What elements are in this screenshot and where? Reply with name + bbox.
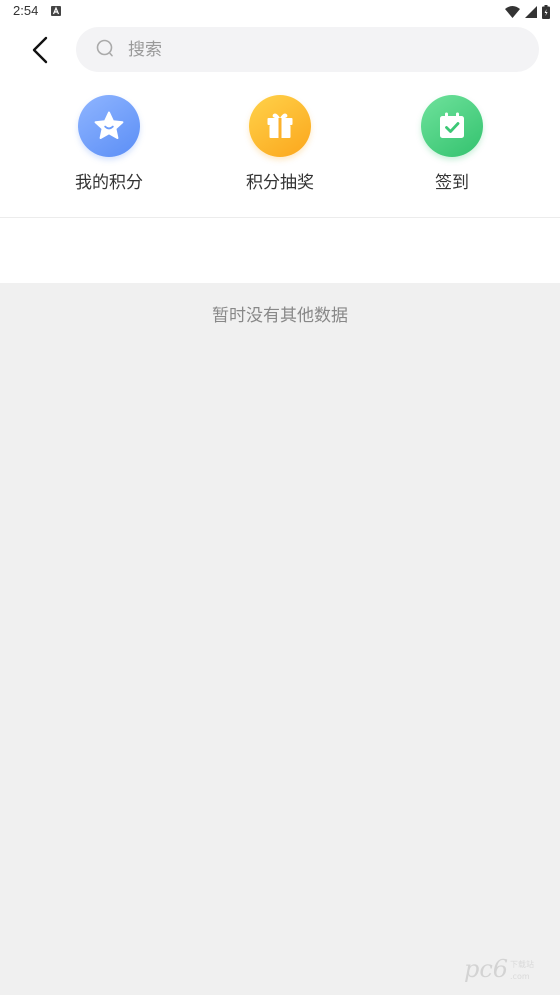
my-points-entry[interactable]: 我的积分 — [39, 95, 179, 195]
entry-label: 我的积分 — [75, 173, 143, 193]
calendar-check-icon — [421, 95, 483, 157]
a-notification-icon — [51, 6, 61, 16]
search-icon — [96, 39, 113, 57]
empty-state-text: 暂时没有其他数据 — [212, 306, 348, 326]
signal-icon — [525, 6, 537, 18]
points-lottery-entry[interactable]: 积分抽奖 — [210, 95, 350, 195]
battery-icon — [542, 5, 550, 19]
search-input[interactable] — [128, 27, 518, 72]
status-bar: 2:54 — [0, 0, 560, 24]
sign-in-entry[interactable]: 签到 — [382, 95, 522, 195]
entry-label: 签到 — [435, 173, 469, 193]
back-button[interactable] — [22, 31, 58, 69]
divider — [0, 217, 560, 218]
gift-icon — [249, 95, 311, 157]
search-bar[interactable] — [76, 27, 539, 72]
entry-label: 积分抽奖 — [246, 173, 314, 193]
chevron-left-icon — [32, 36, 48, 64]
status-time: 2:54 — [13, 3, 39, 18]
star-icon — [78, 95, 140, 157]
svg-text:pc6: pc6 — [464, 955, 508, 983]
watermark-logo: pc6 下载站 .com — [464, 955, 534, 983]
svg-text:.com: .com — [510, 972, 530, 981]
wifi-icon — [505, 6, 520, 18]
header-panel: 2:54 搜索 我的积分 积分抽奖 签到 — [0, 0, 560, 283]
status-icons — [505, 5, 550, 19]
svg-text:下载站: 下载站 — [510, 959, 534, 969]
